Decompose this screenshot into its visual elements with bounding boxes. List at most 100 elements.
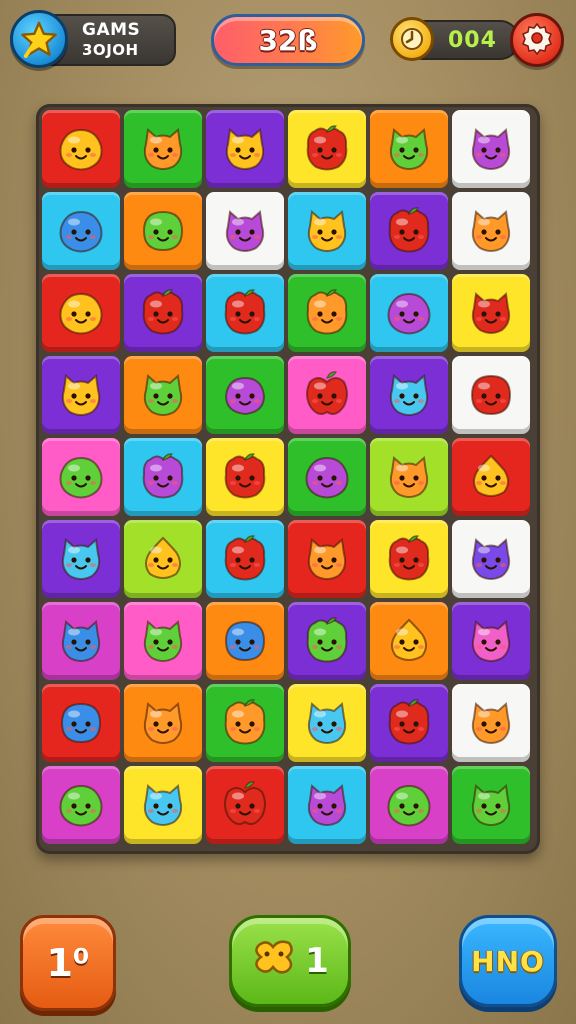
booster-icon xyxy=(251,937,299,986)
board-tile[interactable] xyxy=(288,684,366,762)
board-tile[interactable] xyxy=(370,356,448,434)
cat-character-icon xyxy=(389,374,429,416)
booster-count: 1 xyxy=(305,941,329,981)
board-tile[interactable] xyxy=(452,684,530,762)
board-tile[interactable] xyxy=(124,192,202,270)
score-display: 32ß xyxy=(211,14,365,66)
board-tile[interactable] xyxy=(42,192,120,270)
board-tile[interactable] xyxy=(206,110,284,188)
board-tile[interactable] xyxy=(42,438,120,516)
cat-character-icon xyxy=(307,538,347,580)
board-tile[interactable] xyxy=(206,192,284,270)
settings-button[interactable] xyxy=(510,13,564,67)
apple-character-icon xyxy=(306,371,348,415)
berry-character-icon xyxy=(224,535,266,581)
action-button[interactable]: HNO xyxy=(459,915,557,1007)
board-tile[interactable] xyxy=(124,684,202,762)
cat-character-icon xyxy=(471,210,511,252)
booster-button[interactable]: 1 xyxy=(229,915,351,1007)
berry-character-icon xyxy=(224,453,266,499)
board-tile[interactable] xyxy=(124,274,202,352)
board-tile[interactable] xyxy=(42,684,120,762)
board-tile[interactable] xyxy=(206,602,284,680)
board-tile[interactable] xyxy=(42,766,120,844)
cat-character-icon xyxy=(471,620,511,662)
board-tile[interactable] xyxy=(452,192,530,270)
board-tile[interactable] xyxy=(42,356,120,434)
board-tile[interactable] xyxy=(42,520,120,598)
board-tile[interactable] xyxy=(206,684,284,762)
cat-character-icon xyxy=(61,620,101,662)
board-tile[interactable] xyxy=(206,438,284,516)
board-tile[interactable] xyxy=(124,520,202,598)
board-tile[interactable] xyxy=(288,602,366,680)
board-tile[interactable] xyxy=(206,274,284,352)
berry-character-icon xyxy=(306,125,348,171)
berry-character-icon xyxy=(142,453,184,499)
lemon-character-icon xyxy=(387,292,431,335)
cat-character-icon xyxy=(471,784,511,826)
star-icon[interactable] xyxy=(10,10,68,68)
cat-character-icon xyxy=(307,702,347,744)
board-tile[interactable] xyxy=(370,766,448,844)
cat-character-icon xyxy=(143,784,183,826)
hint-button-label: 1⁰ xyxy=(46,941,90,985)
board-tile[interactable] xyxy=(452,110,530,188)
title-line-1: GAMS xyxy=(82,20,141,40)
board-tile[interactable] xyxy=(42,602,120,680)
lemon-character-icon xyxy=(59,128,103,171)
berry-character-icon xyxy=(142,289,184,335)
hint-button[interactable]: 1⁰ xyxy=(20,915,116,1011)
action-button-label: HNO xyxy=(471,944,545,978)
board-tile[interactable] xyxy=(370,192,448,270)
board-tile[interactable] xyxy=(452,766,530,844)
board-tile[interactable] xyxy=(370,274,448,352)
board-tile[interactable] xyxy=(370,602,448,680)
board-tile[interactable] xyxy=(42,110,120,188)
board-tile[interactable] xyxy=(206,520,284,598)
board-tile[interactable] xyxy=(288,192,366,270)
board-tile[interactable] xyxy=(288,356,366,434)
cat-character-icon xyxy=(307,210,347,252)
board-tile[interactable] xyxy=(288,520,366,598)
board-tile[interactable] xyxy=(124,110,202,188)
board-tile[interactable] xyxy=(288,110,366,188)
board-tile[interactable] xyxy=(288,274,366,352)
timer-value: 004 xyxy=(448,27,497,53)
board-tile[interactable] xyxy=(370,520,448,598)
cat-character-icon xyxy=(143,702,183,744)
cat-character-icon xyxy=(389,128,429,170)
board-tile[interactable] xyxy=(452,438,530,516)
round-character-icon xyxy=(470,374,512,416)
board-tile[interactable] xyxy=(370,438,448,516)
apple-character-icon xyxy=(224,781,266,825)
lemon-character-icon xyxy=(59,456,103,499)
cat-character-icon xyxy=(471,702,511,744)
board-tile[interactable] xyxy=(206,356,284,434)
board-tile[interactable] xyxy=(42,274,120,352)
board-tile[interactable] xyxy=(288,766,366,844)
board-tile[interactable] xyxy=(452,520,530,598)
board-tile[interactable] xyxy=(124,438,202,516)
berry-character-icon xyxy=(224,289,266,335)
board-tile[interactable] xyxy=(452,356,530,434)
cat-character-icon xyxy=(225,128,265,170)
board-tile[interactable] xyxy=(124,766,202,844)
round-character-icon xyxy=(60,702,102,744)
berry-character-icon xyxy=(388,535,430,581)
board-tile[interactable] xyxy=(124,356,202,434)
board-tile[interactable] xyxy=(124,602,202,680)
lemon-character-icon xyxy=(387,784,431,827)
clock-icon xyxy=(390,17,434,61)
cat-character-icon xyxy=(225,210,265,252)
board-tile[interactable] xyxy=(370,110,448,188)
board-tile[interactable] xyxy=(452,602,530,680)
board-tile[interactable] xyxy=(288,438,366,516)
board-tile[interactable] xyxy=(452,274,530,352)
title-line-2: 3OJOH xyxy=(82,41,139,59)
board-tile[interactable] xyxy=(206,766,284,844)
cat-character-icon xyxy=(471,292,511,334)
board-tile[interactable] xyxy=(370,684,448,762)
berry-character-icon xyxy=(224,699,266,745)
cat-character-icon xyxy=(143,128,183,170)
